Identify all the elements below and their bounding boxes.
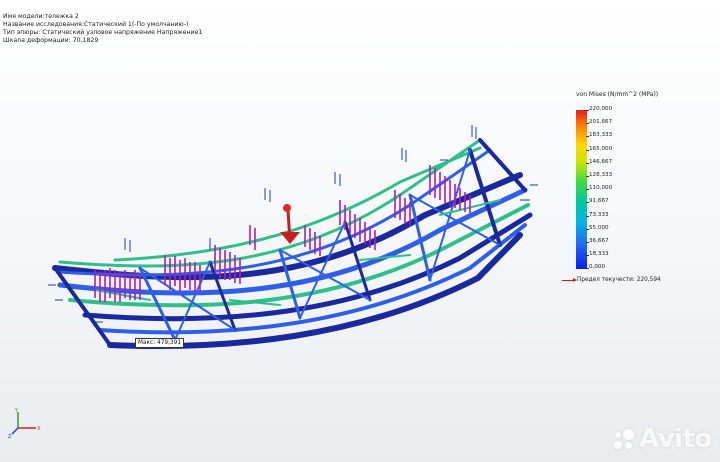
yield-arrow-icon xyxy=(562,278,577,282)
avito-watermark: Avito xyxy=(612,424,712,454)
triad-z-label: Z xyxy=(8,434,12,438)
stress-plot-frame-model[interactable] xyxy=(0,0,720,462)
legend-tick: 128,333 xyxy=(585,172,613,178)
triad-x-label: X xyxy=(37,426,41,432)
watermark-text: Avito xyxy=(639,424,712,454)
avito-logo-icon xyxy=(612,427,636,451)
legend-tick: 91,667 xyxy=(586,198,609,204)
legend-tick: 0,000 xyxy=(585,264,606,270)
legend-tick: 36,667 xyxy=(586,238,609,244)
axis-triad-icon[interactable]: Y X Z xyxy=(8,408,48,438)
legend-tick: 165,000 xyxy=(585,146,613,152)
legend-title: von Mises (N/mm^2 (MPa)) xyxy=(576,91,659,98)
max-stress-label[interactable]: Макс: 479,391 xyxy=(135,338,185,348)
legend-tick: 73,333 xyxy=(586,212,609,218)
legend-tick: 220,000 xyxy=(585,106,613,112)
legend-tick: 146,667 xyxy=(585,159,613,165)
legend-tick: 55,000 xyxy=(586,225,609,231)
legend-tick: 201,667 xyxy=(585,119,613,125)
remote-load-marker xyxy=(280,204,300,244)
yield-strength-label: Предел текучести: 220,594 xyxy=(577,277,661,283)
legend-tick: 18,333 xyxy=(586,251,609,257)
legend-tick: 110,000 xyxy=(585,185,613,191)
frame-beams xyxy=(52,138,533,349)
legend-tick: 183,333 xyxy=(585,132,613,138)
